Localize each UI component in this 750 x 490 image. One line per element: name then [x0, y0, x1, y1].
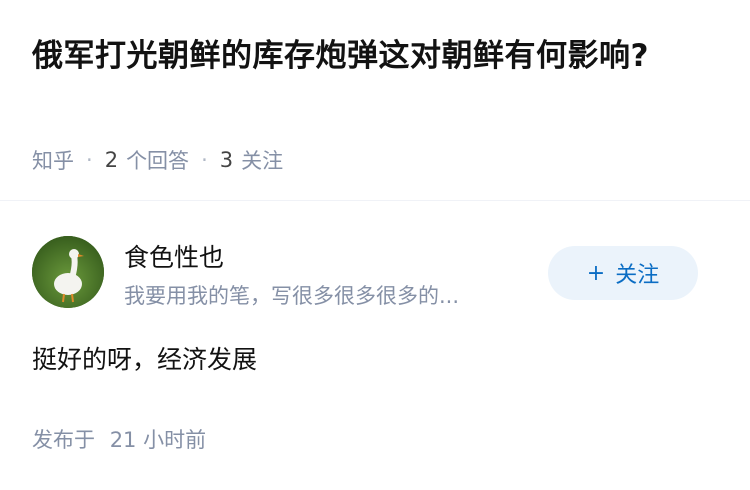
- answer-content[interactable]: 挺好的呀，经济发展: [32, 340, 257, 376]
- question-header: 俄军打光朝鲜的库存炮弹这对朝鲜有何影响?: [32, 32, 722, 80]
- follow-button[interactable]: + 关注: [548, 246, 698, 300]
- follow-count: 3: [219, 148, 234, 172]
- author-bio: 我要用我的笔，写很多很多很多的...: [124, 284, 460, 308]
- question-title[interactable]: 俄军打光朝鲜的库存炮弹这对朝鲜有何影响?: [32, 32, 722, 80]
- meta-separator: ·: [201, 148, 208, 172]
- avatar[interactable]: [32, 236, 104, 308]
- publish-prefix: 发布于: [32, 428, 95, 452]
- question-meta: 知乎 · 2 个回答 · 3 关注: [32, 145, 283, 175]
- answer-author: 食色性也 我要用我的笔，写很多很多很多的... + 关注: [32, 236, 718, 308]
- plus-icon: +: [586, 260, 606, 286]
- answer-count-label: 个回答: [126, 149, 190, 173]
- divider: [0, 200, 750, 201]
- answer-count: 2: [104, 148, 119, 172]
- source-label: 知乎: [32, 149, 74, 173]
- page: 俄军打光朝鲜的库存炮弹这对朝鲜有何影响? 知乎 · 2 个回答 · 3 关注 食…: [0, 0, 750, 490]
- goose-avatar-icon: [32, 236, 104, 308]
- author-name[interactable]: 食色性也: [124, 238, 224, 274]
- follow-button-label: 关注: [615, 263, 660, 288]
- publish-time-value: 21 小时前: [109, 428, 207, 452]
- publish-time: 发布于 21 小时前: [32, 424, 206, 454]
- follow-count-label: 关注: [241, 149, 284, 173]
- meta-separator: ·: [86, 148, 93, 172]
